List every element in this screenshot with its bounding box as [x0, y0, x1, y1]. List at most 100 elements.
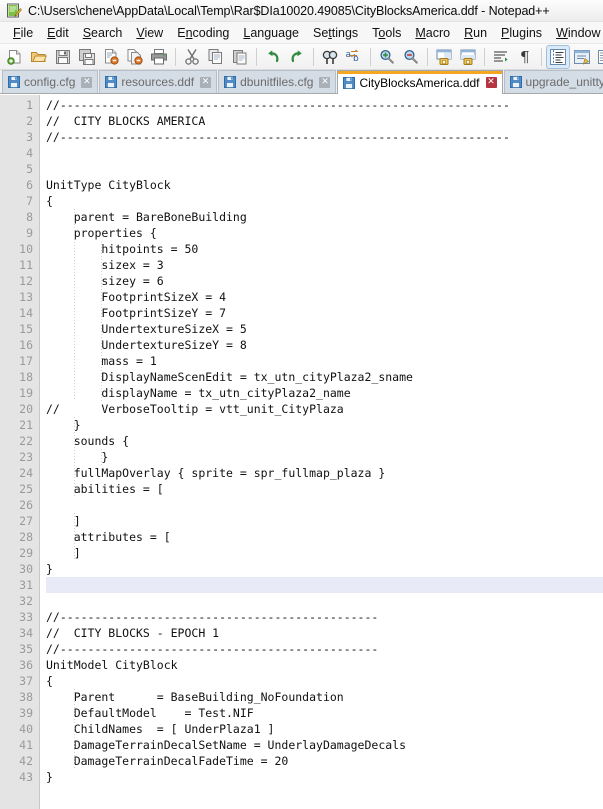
close-tab-icon[interactable]: ✕ [485, 77, 497, 88]
code-line[interactable]: abilities = [ [46, 481, 603, 497]
code-line[interactable] [46, 593, 603, 609]
toolbar-separator [427, 47, 428, 66]
code-line[interactable]: ] [46, 545, 603, 561]
code-line[interactable]: DamageTerrainDecalFadeTime = 20 [46, 753, 603, 769]
code-line[interactable]: //--------------------------------------… [46, 129, 603, 145]
open-file-icon[interactable] [28, 46, 50, 68]
code-line[interactable]: //--------------------------------------… [46, 97, 603, 113]
code-line[interactable]: DefaultModel = Test.NIF [46, 705, 603, 721]
close-tab-icon[interactable]: ✕ [81, 76, 93, 88]
zoom-in-icon[interactable] [376, 46, 398, 68]
zoom-out-icon[interactable] [400, 46, 422, 68]
tab-config-cfg[interactable]: config.cfg ✕ [2, 70, 99, 93]
code-line[interactable]: UndertextureSizeY = 8 [46, 337, 603, 353]
close-tab-icon[interactable]: ✕ [200, 76, 212, 88]
code-line[interactable]: { [46, 673, 603, 689]
menu-item-macro[interactable]: Macro [408, 24, 457, 42]
code-line[interactable]: sizey = 6 [46, 273, 603, 289]
line-number: 37 [19, 674, 33, 688]
menu-item-language[interactable]: Language [236, 24, 306, 42]
code-line[interactable]: attributes = [ [46, 529, 603, 545]
menu-item-search[interactable]: Search [76, 24, 130, 42]
menu-item-plugins[interactable]: Plugins [494, 24, 549, 42]
new-file-icon[interactable] [4, 46, 26, 68]
code-line[interactable]: //--------------------------------------… [46, 641, 603, 657]
menu-item-window[interactable]: Window [549, 24, 603, 42]
code-line[interactable]: } [46, 449, 603, 465]
line-number: 2 [26, 114, 33, 128]
code-line[interactable]: fullMapOverlay { sprite = spr_fullmap_pl… [46, 465, 603, 481]
code-line[interactable]: } [46, 769, 603, 785]
code-line[interactable]: parent = BareBoneBuilding [46, 209, 603, 225]
menu-item-view[interactable]: View [129, 24, 170, 42]
code-line[interactable]: // VerboseTooltip = vtt_unit_CityPlaza [46, 401, 603, 417]
code-line[interactable]: FootprintSizeY = 7 [46, 305, 603, 321]
save-all-icon[interactable] [76, 46, 98, 68]
undo-icon[interactable] [262, 46, 284, 68]
find-icon[interactable] [319, 46, 341, 68]
tab-resources-ddf[interactable]: resources.ddf ✕ [99, 70, 218, 93]
editor-area[interactable]: 1 2 3 4 5 6 7 8 9 10 11 12 13 14 15 16 17 18 19 20 21 22 23 24 2… [0, 94, 603, 809]
menu-item-settings[interactable]: Settings [306, 24, 365, 42]
tab-cityblocksamerica-ddf[interactable]: CityBlocksAmerica.ddf ✕ [337, 70, 503, 94]
sync-vertical-scroll-icon[interactable] [433, 46, 455, 68]
code-line[interactable]: ChildNames = [ UnderPlaza1 ] [46, 721, 603, 737]
code-line[interactable]: } [46, 561, 603, 577]
toolbar-separator [175, 47, 176, 66]
code-line[interactable]: DisplayNameScenEdit = tx_utn_cityPlaza2_… [46, 369, 603, 385]
line-number: 17 [19, 354, 33, 368]
paste-icon[interactable] [229, 46, 251, 68]
floppy-disk-icon [343, 76, 356, 89]
cut-icon[interactable] [181, 46, 203, 68]
code-line[interactable]: Parent = BaseBuilding_NoFoundation [46, 689, 603, 705]
print-icon[interactable] [148, 46, 170, 68]
line-number: 39 [19, 706, 33, 720]
line-number: 9 [26, 226, 33, 240]
code-line[interactable]: sounds { [46, 433, 603, 449]
code-line[interactable]: hitpoints = 50 [46, 241, 603, 257]
menu-item-edit[interactable]: Edit [40, 24, 76, 42]
code-line[interactable]: } [46, 417, 603, 433]
code-line[interactable]: DamageTerrainDecalSetName = UnderlayDama… [46, 737, 603, 753]
code-line[interactable]: FootprintSizeX = 4 [46, 289, 603, 305]
code-line[interactable]: // CITY BLOCKS AMERICA [46, 113, 603, 129]
close-all-documents-icon[interactable] [124, 46, 146, 68]
code-line[interactable]: displayName = tx_utn_cityPlaza2_name [46, 385, 603, 401]
code-line[interactable] [46, 577, 603, 593]
code-line[interactable] [46, 161, 603, 177]
copy-icon[interactable] [205, 46, 227, 68]
code-line[interactable]: UnitModel CityBlock [46, 657, 603, 673]
code-line[interactable]: properties { [46, 225, 603, 241]
line-number: 20 [19, 402, 33, 416]
code-line[interactable]: sizex = 3 [46, 257, 603, 273]
code-line[interactable]: //--------------------------------------… [46, 609, 603, 625]
code-line[interactable]: mass = 1 [46, 353, 603, 369]
code-line[interactable]: { [46, 193, 603, 209]
close-tab-icon[interactable]: ✕ [319, 76, 331, 88]
redo-icon[interactable] [286, 46, 308, 68]
save-icon[interactable] [52, 46, 74, 68]
show-all-characters-icon[interactable]: ¶ [514, 46, 536, 68]
menu-item-run[interactable]: Run [457, 24, 494, 42]
menu-item-file[interactable]: File [6, 24, 40, 42]
user-defined-dialog-icon[interactable] [571, 46, 593, 68]
replace-icon[interactable]: a b [343, 46, 365, 68]
code-line[interactable] [46, 145, 603, 161]
indent-guide-icon[interactable] [546, 44, 570, 69]
tab-label: upgrade_unittypes.csv [525, 75, 603, 89]
code-text-area[interactable]: //--------------------------------------… [40, 95, 603, 809]
code-line[interactable]: // CITY BLOCKS - EPOCH 1 [46, 625, 603, 641]
word-wrap-icon[interactable] [490, 46, 512, 68]
menu-item-tools[interactable]: Tools [365, 24, 408, 42]
line-number: 16 [19, 338, 33, 352]
tab-upgrade-unittypes-csv[interactable]: upgrade_unittypes.csv✕ [503, 70, 603, 93]
document-map-icon[interactable] [595, 46, 603, 68]
tab-dbunitfiles-cfg[interactable]: dbunitfiles.cfg ✕ [218, 70, 337, 93]
code-line[interactable]: ] [46, 513, 603, 529]
close-document-icon[interactable] [100, 46, 122, 68]
menu-item-encoding[interactable]: Encoding [170, 24, 236, 42]
code-line[interactable]: UnitType CityBlock [46, 177, 603, 193]
code-line[interactable] [46, 497, 603, 513]
sync-horizontal-scroll-icon[interactable] [457, 46, 479, 68]
code-line[interactable]: UndertextureSizeX = 5 [46, 321, 603, 337]
